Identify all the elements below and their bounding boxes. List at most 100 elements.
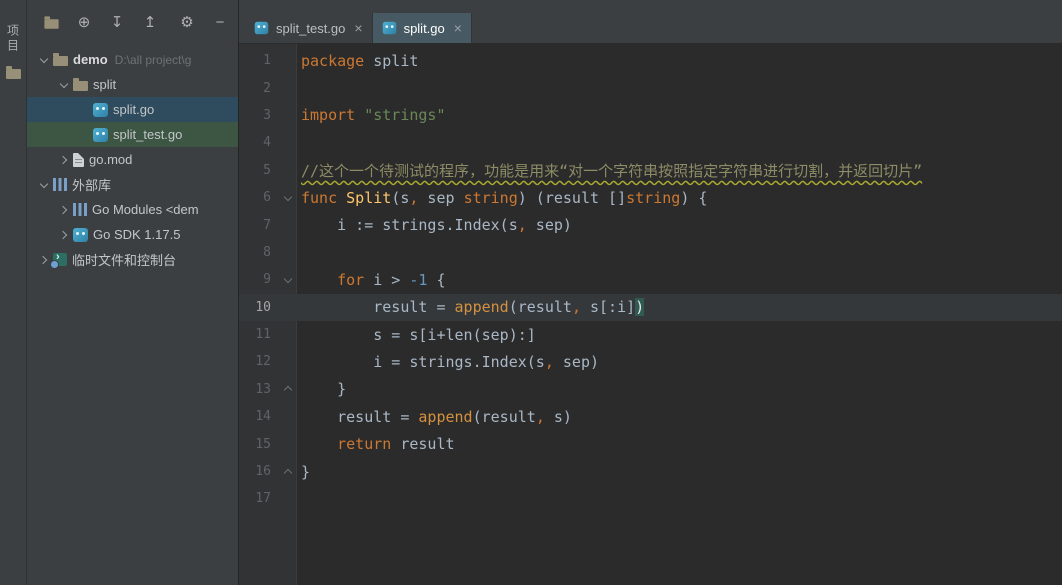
locate-icon[interactable]: ⊕ xyxy=(76,15,92,30)
code-token: i = strings.Index(s xyxy=(301,352,545,371)
tree-item[interactable]: go.mod xyxy=(27,147,238,172)
editor-tab[interactable]: split.go × xyxy=(372,13,472,43)
code-token: Split xyxy=(346,188,392,207)
chevron-right-icon[interactable] xyxy=(55,147,73,172)
tree-item-label: 临时文件和控制台 xyxy=(72,253,177,268)
close-tab-icon[interactable]: × xyxy=(354,20,362,36)
code-line: 15 return result xyxy=(239,430,1062,457)
code-text: i = strings.Index(s, sep) xyxy=(297,353,599,371)
tree-item[interactable]: split_test.go xyxy=(27,122,238,147)
select-opened-file-icon[interactable] xyxy=(43,15,59,29)
settings-icon[interactable]: ⚙ xyxy=(179,15,195,30)
code-token: return xyxy=(337,435,392,454)
folder-icon[interactable] xyxy=(5,66,21,79)
code-token: split xyxy=(364,51,419,70)
code-token: i > xyxy=(364,270,410,289)
code-token: func xyxy=(301,188,338,207)
tree-item[interactable]: 外部库 xyxy=(27,172,238,197)
code-line: 13 } xyxy=(239,376,1062,403)
close-tab-icon[interactable]: × xyxy=(454,20,462,36)
fold-marker-icon[interactable] xyxy=(279,387,297,391)
tree-item-label: split.go xyxy=(113,102,155,117)
code-text: i := strings.Index(s, sep) xyxy=(297,216,572,234)
code-token: sep xyxy=(418,188,464,207)
line-number: 16 xyxy=(255,464,271,480)
folder-icon xyxy=(73,78,88,91)
chevron-down-icon[interactable] xyxy=(35,172,53,197)
chevron-right-icon[interactable] xyxy=(55,197,73,222)
code-token: (s xyxy=(391,188,410,207)
project-tree: demo D:\all project\g split split.go split_t… xyxy=(27,44,238,585)
line-number: 1 xyxy=(263,53,271,69)
fold-marker-icon[interactable] xyxy=(279,278,297,282)
editor-tab[interactable]: split_test.go × xyxy=(245,13,373,43)
go-sdk-icon xyxy=(73,227,88,242)
fold-marker-icon[interactable] xyxy=(279,470,297,474)
code-token: package xyxy=(301,51,365,70)
code-token: , xyxy=(535,407,545,426)
code-text: s = s[i+len(sep):] xyxy=(297,326,536,344)
line-number: 4 xyxy=(263,135,271,151)
line-number: 15 xyxy=(255,436,271,452)
code-token: s = s[i+len(sep):] xyxy=(301,325,536,344)
code-token: } xyxy=(301,462,311,481)
project-tool-window-button[interactable]: 项目 xyxy=(5,24,22,54)
code-text: package split xyxy=(297,52,418,70)
chevron-right-icon[interactable] xyxy=(55,222,73,247)
code-token: , xyxy=(544,352,554,371)
tree-item-label: demo xyxy=(73,52,108,67)
code-token: import xyxy=(301,106,356,125)
code-token: for xyxy=(337,270,365,289)
tree-item[interactable]: 临时文件和控制台 xyxy=(27,247,238,272)
line-number: 2 xyxy=(263,80,271,96)
tree-item[interactable]: Go SDK 1.17.5 xyxy=(27,222,238,247)
project-panel: ⊕ ↧ ↥ ⚙ − demo D:\all project\g split split.go s… xyxy=(27,0,239,585)
code-token: s[:i] xyxy=(580,298,636,317)
editor-tabbar: split_test.go × split.go × xyxy=(239,0,1062,44)
line-number: 14 xyxy=(255,409,271,425)
chevron-down-icon[interactable] xyxy=(35,47,53,72)
code-editor[interactable]: 1 package split 2 3 import "strings" 4 5 //这个一个… xyxy=(239,44,1062,585)
code-line: 5 //这个一个待测试的程序，功能是用来“对一个字符串按照指定字符串进行切割，并返… xyxy=(239,157,1062,184)
code-token: , xyxy=(571,298,581,317)
code-token: (result xyxy=(508,298,572,317)
project-toolbar: ⊕ ↧ ↥ ⚙ − xyxy=(27,0,238,44)
code-text: //这个一个待测试的程序，功能是用来“对一个字符串按照指定字符串进行切割，并返回… xyxy=(297,160,922,181)
code-token: append xyxy=(418,407,473,426)
folder-glyph-icon xyxy=(43,15,59,29)
code-token: ) { xyxy=(680,188,708,207)
left-tool-stripe: 项目 xyxy=(0,0,27,585)
code-token: append xyxy=(454,298,509,317)
expand-all-icon[interactable]: ↧ xyxy=(109,15,125,30)
line-number: 13 xyxy=(255,381,271,397)
tree-item[interactable]: Go Modules <dem xyxy=(27,197,238,222)
code-token: string xyxy=(626,188,681,207)
collapse-all-icon[interactable]: ↥ xyxy=(142,15,158,30)
editor-area: split_test.go × split.go × 1 package split 2 3… xyxy=(239,0,1062,585)
code-line: 16} xyxy=(239,458,1062,485)
line-number: 11 xyxy=(255,327,271,343)
chevron-down-icon[interactable] xyxy=(55,72,73,97)
tree-item-label: split xyxy=(93,77,117,92)
line-number: 12 xyxy=(255,354,271,370)
tree-item[interactable]: split xyxy=(27,72,238,97)
line-number: 9 xyxy=(263,272,271,288)
tree-item[interactable]: split.go xyxy=(27,97,238,122)
tree-item-label: go.mod xyxy=(89,152,133,167)
code-line: 8 xyxy=(239,239,1062,266)
hide-panel-icon[interactable]: − xyxy=(212,15,228,30)
chevron-right-icon[interactable] xyxy=(35,247,53,272)
code-token: } xyxy=(301,380,347,399)
code-token: { xyxy=(427,270,446,289)
tree-item[interactable]: demo D:\all project\g xyxy=(27,47,238,72)
line-number: 6 xyxy=(263,190,271,206)
code-token: s) xyxy=(544,407,572,426)
code-token: "strings" xyxy=(364,106,446,125)
fold-marker-icon[interactable] xyxy=(279,196,297,200)
line-number: 7 xyxy=(263,217,271,233)
